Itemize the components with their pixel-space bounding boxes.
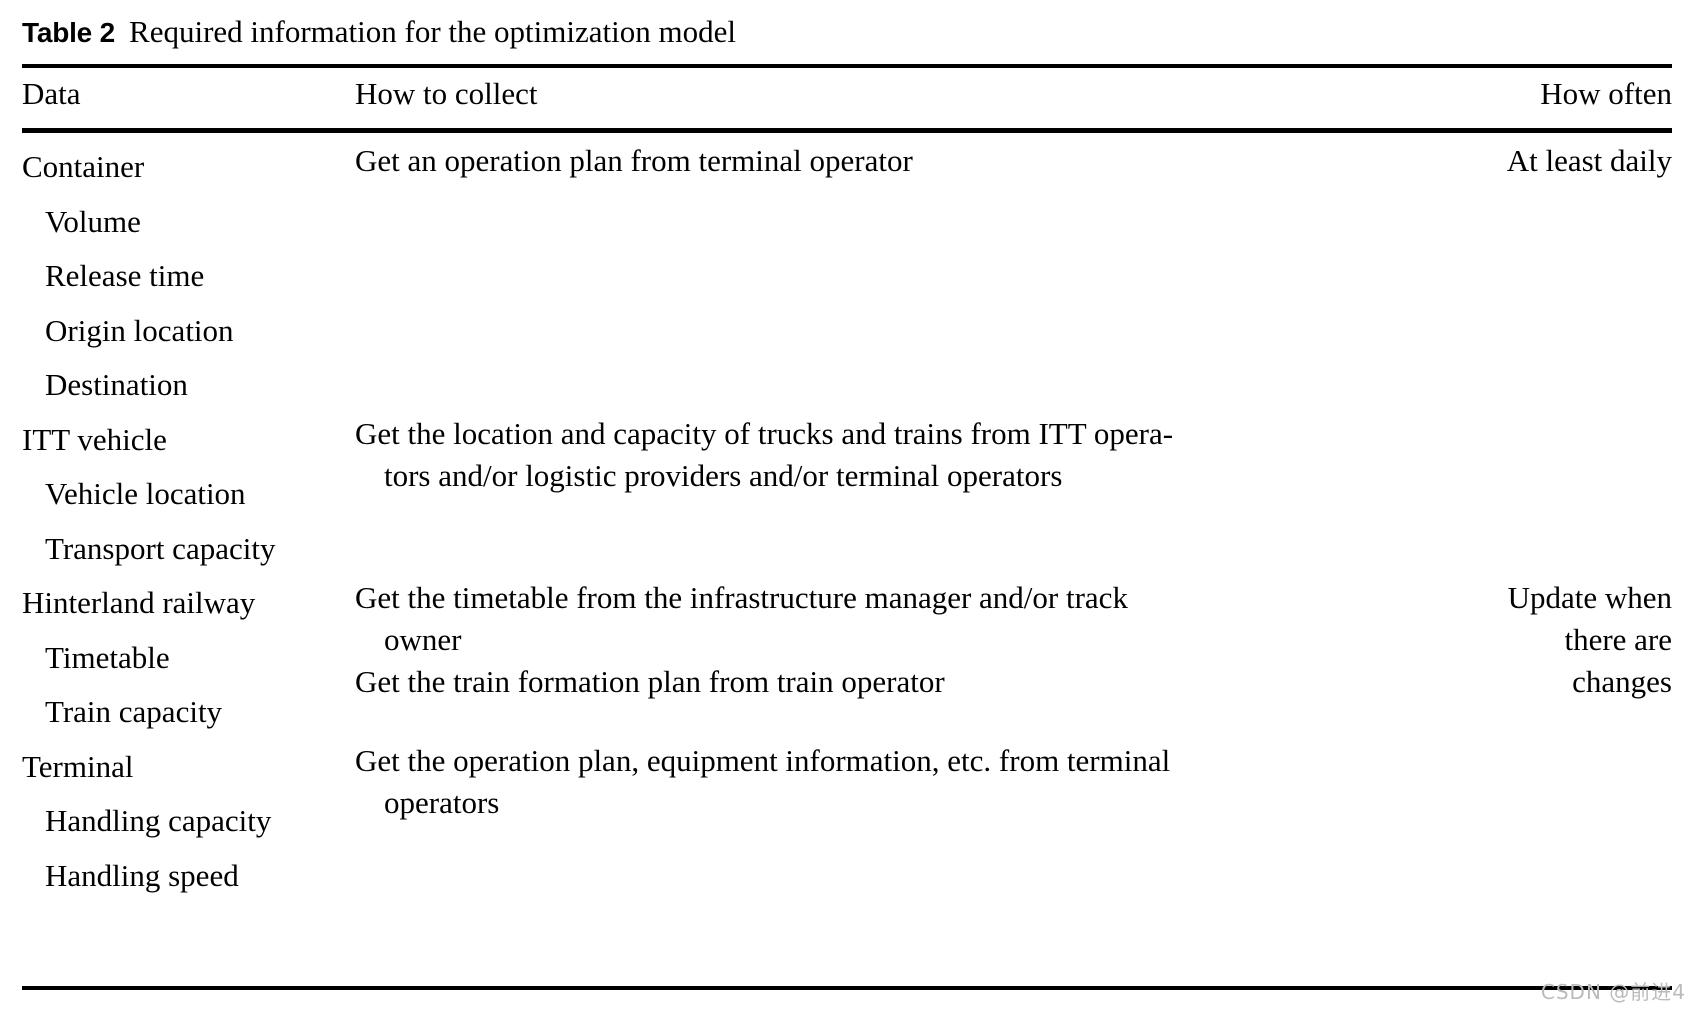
- table-rule-header-separator: [22, 128, 1672, 133]
- column-header-data: Data: [22, 76, 81, 111]
- how-to-collect-terminal: Get the operation plan, equipment inform…: [355, 740, 1330, 824]
- table-figure: Table 2 Required information for the opti…: [0, 0, 1694, 1017]
- how-to-collect-container: Get an operation plan from terminal oper…: [355, 140, 1330, 182]
- how-often-railway-line-2: there are: [1564, 622, 1672, 657]
- table-caption: Table 2 Required information for the opti…: [22, 12, 1672, 53]
- how-to-collect-railway-a-line-1: Get the timetable from the infrastructur…: [355, 580, 1128, 615]
- data-row-handling-speed: Handling speed: [45, 857, 239, 893]
- data-row-train-capacity: Train capacity: [45, 694, 223, 729]
- table-header-row: Data How to collect How often: [22, 72, 1672, 124]
- data-row-origin-location: Origin location: [45, 312, 234, 348]
- how-to-collect-railway-b-line-1: Get the train formation plan from train …: [355, 664, 945, 699]
- data-row-volume: Volume: [45, 203, 141, 239]
- how-to-collect-container-line-1: Get an operation plan from terminal oper…: [355, 143, 913, 178]
- data-row-container: Container: [22, 149, 145, 184]
- how-to-collect-hinterland-railway-b: Get the train formation plan from train …: [355, 661, 1330, 703]
- data-row-destination: Destination: [45, 367, 188, 402]
- how-often-hinterland-railway: Update when there are changes: [1330, 577, 1672, 703]
- column-header-how-to-collect: How to collect: [355, 76, 538, 111]
- data-row-terminal: Terminal: [22, 748, 134, 784]
- csdn-watermark: CSDN @前进4: [1540, 980, 1686, 1004]
- column-header-how-often: How often: [1540, 76, 1672, 111]
- how-often-container: At least daily: [1330, 140, 1672, 182]
- data-row-timetable: Timetable: [45, 639, 170, 675]
- table-caption-text: Required information for the optimizatio…: [129, 14, 736, 49]
- how-to-collect-itt-line-1: Get the location and capacity of trucks …: [355, 416, 1174, 451]
- how-to-collect-terminal-line-1: Get the operation plan, equipment inform…: [355, 743, 1171, 778]
- data-row-handling-capacity: Handling capacity: [45, 803, 272, 838]
- table-caption-label: Table 2: [22, 17, 116, 48]
- data-row-itt-vehicle: ITT vehicle: [22, 421, 167, 457]
- how-to-collect-hinterland-railway-a: Get the timetable from the infrastructur…: [355, 577, 1330, 661]
- how-to-collect-itt-line-2: tors and/or logistic providers and/or te…: [384, 458, 1063, 493]
- data-row-transport-capacity: Transport capacity: [45, 530, 276, 566]
- how-often-railway-line-3: changes: [1572, 664, 1672, 699]
- data-row-vehicle-location: Vehicle location: [45, 476, 246, 511]
- how-often-railway-line-1: Update when: [1507, 580, 1672, 615]
- data-row-release-time: Release time: [45, 258, 205, 293]
- data-row-hinterland-railway: Hinterland railway: [22, 585, 256, 620]
- table-rule-bottom: [22, 986, 1672, 990]
- how-often-container-line-1: At least daily: [1506, 143, 1672, 178]
- data-column: Container Volume Release time Origin loc…: [22, 140, 342, 903]
- how-to-collect-terminal-line-2: operators: [384, 785, 500, 820]
- table-rule-top: [22, 64, 1672, 68]
- how-to-collect-railway-a-line-2: owner: [384, 622, 462, 657]
- how-to-collect-itt-vehicle: Get the location and capacity of trucks …: [355, 413, 1330, 497]
